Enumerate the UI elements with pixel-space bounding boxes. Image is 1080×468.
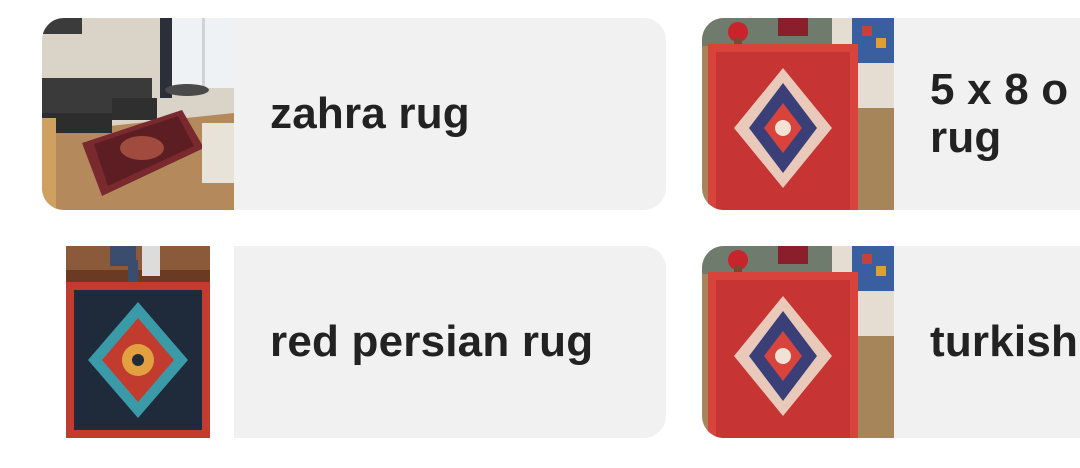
suggestion-label: turkish	[930, 317, 1079, 366]
suggestion-card-red-persian-rug[interactable]: red persian rug	[42, 246, 666, 438]
suggestion-label: 5 x 8 o rug	[930, 65, 1069, 162]
suggestion-card-zahra-rug[interactable]: zahra rug	[42, 18, 666, 210]
suggestion-card-5x8-rug[interactable]: 5 x 8 o rug	[702, 18, 1080, 210]
suggestion-label: red persian rug	[270, 317, 594, 366]
suggestion-label: zahra rug	[270, 89, 470, 138]
red-heriz-rug-image	[702, 246, 894, 438]
suggestion-card-turkish[interactable]: turkish	[702, 246, 1080, 438]
living-room-rug-image	[42, 18, 234, 210]
red-heriz-rug-image	[702, 18, 894, 210]
persian-medallion-rug-image	[42, 246, 234, 438]
